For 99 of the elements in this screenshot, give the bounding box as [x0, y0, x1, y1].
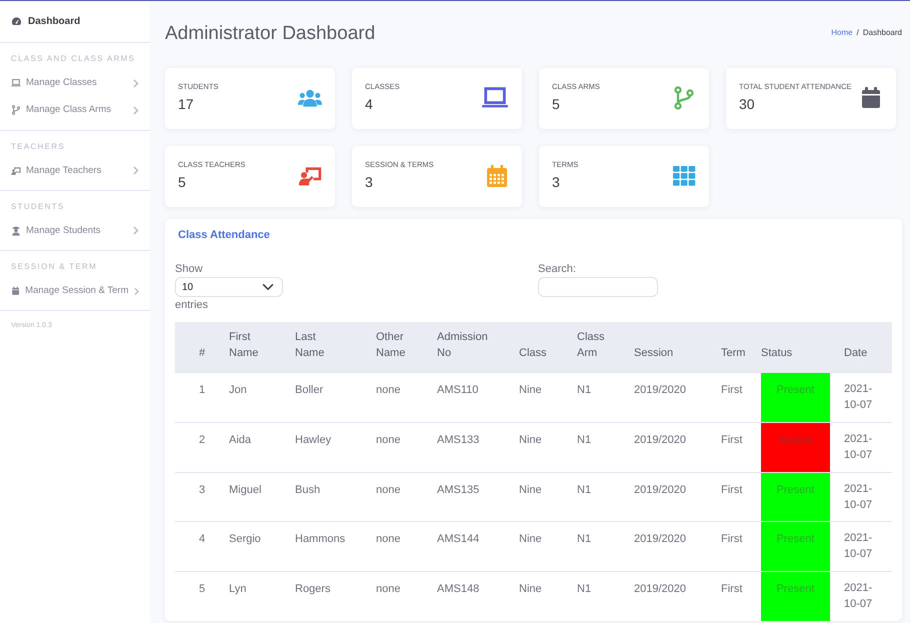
- table-cell-text: AMS148: [437, 582, 480, 598]
- breadcrumb-separator: /: [856, 27, 859, 39]
- table-cell-text: N1: [577, 432, 592, 448]
- table-cell-text: 2019/2020: [634, 582, 686, 598]
- entries-label: entries: [175, 298, 210, 314]
- table-cell-text: 2019/2020: [634, 482, 686, 498]
- table-cell-text: Sergio: [229, 532, 261, 548]
- table-cell-text: 5: [198, 582, 206, 598]
- table-cell-text: First: [721, 582, 742, 598]
- table-cell-text: 2021-10-07: [844, 531, 872, 562]
- column-header[interactable]: Class: [519, 346, 547, 362]
- gauge-icon: [11, 16, 22, 27]
- table-cell-text: none: [376, 482, 400, 498]
- column-header[interactable]: Session: [634, 346, 674, 362]
- status-cell: Present: [761, 572, 830, 622]
- table-cell-text: 2: [198, 432, 206, 448]
- sidebar-heading: SESSION & TERM: [10, 261, 98, 273]
- table-cell-text: AMS110: [437, 382, 478, 398]
- stat-value: 5: [552, 95, 561, 114]
- table-cell-text: First: [721, 532, 742, 548]
- table-cell-text: 3: [198, 482, 206, 498]
- status-cell: Present: [761, 372, 830, 422]
- column-header[interactable]: Date: [844, 346, 868, 362]
- search-label: Search:: [538, 262, 577, 277]
- chevron-icon: [133, 78, 139, 88]
- table-cell-text: none: [376, 532, 400, 548]
- table-cell-text: Nine: [519, 382, 542, 398]
- table-cell-text: 2021-10-07: [844, 581, 872, 612]
- branch-icon: [11, 105, 21, 116]
- student-icon: [11, 226, 21, 236]
- table-cell-text: 4: [198, 532, 206, 548]
- show-label: Show: [175, 262, 204, 277]
- table-cell-text: N1: [577, 482, 592, 498]
- table-cell-text: First: [721, 432, 742, 448]
- table-cell-text: Lyn: [229, 582, 246, 598]
- table-cell-text: Hawley: [295, 432, 332, 448]
- page-title: Administrator Dashboard: [165, 23, 376, 46]
- stat-value: 3: [552, 173, 561, 192]
- table-cell-text: 1: [198, 382, 206, 398]
- teacher-board-icon: [11, 166, 21, 176]
- entries-select[interactable]: 10: [175, 277, 283, 298]
- chevron-icon: [133, 166, 139, 176]
- table-cell-text: First: [721, 382, 742, 398]
- table-cell-text: Boller: [295, 382, 324, 398]
- breadcrumb-link[interactable]: Home: [831, 27, 853, 39]
- table-cell-text: 2019/2020: [634, 432, 686, 448]
- stat-value: 3: [365, 173, 374, 192]
- sidebar-item[interactable]: Manage Class Arms: [0, 98, 150, 126]
- table-cell-text: AMS144: [437, 532, 480, 548]
- table-cell-text: Rogers: [295, 582, 330, 598]
- sidebar-item[interactable]: Dashboard: [0, 1, 150, 43]
- table-cell-text: Jon: [229, 382, 247, 398]
- column-header[interactable]: Term: [721, 346, 746, 362]
- table-cell-text: none: [376, 432, 400, 448]
- table-cell-text: Nine: [519, 482, 542, 498]
- table-cell-text: Aida: [229, 432, 252, 448]
- table-cell-text: Hammons: [295, 532, 346, 548]
- stat-value: 17: [178, 95, 195, 114]
- column-header[interactable]: #: [198, 346, 206, 362]
- table-cell-text: Nine: [519, 532, 542, 548]
- sidebar-item[interactable]: Manage Classes: [0, 71, 150, 98]
- sidebar-item[interactable]: Manage Session & Term: [0, 279, 150, 306]
- chevron-icon: [133, 106, 139, 115]
- search-field[interactable]: [538, 277, 658, 298]
- sidebar-heading: STUDENTS: [10, 200, 66, 213]
- sidebar-item[interactable]: Manage Teachers: [0, 158, 150, 186]
- sidebar-heading: TEACHERS: [10, 140, 66, 152]
- column-header[interactable]: Status: [761, 346, 792, 362]
- sidebar-item[interactable]: Manage Students: [0, 218, 150, 246]
- table-cell-text: AMS133: [437, 432, 480, 448]
- table-cell-text: AMS135: [437, 482, 480, 498]
- calendar-icon: [11, 286, 20, 296]
- table-cell-text: Nine: [519, 432, 542, 448]
- chevron-icon: [133, 226, 139, 236]
- breadcrumb-current: Dashboard: [862, 27, 902, 39]
- table-cell-text: N1: [577, 382, 592, 398]
- status-cell: Absent: [761, 422, 830, 472]
- stat-value: 4: [365, 95, 374, 114]
- table-cell-text: none: [376, 382, 400, 398]
- table-cell-text: 2021-10-07: [844, 482, 872, 513]
- chevron-icon: [134, 286, 139, 296]
- table-cell-text: First: [721, 482, 742, 498]
- table-cell-text: 2019/2020: [634, 382, 686, 398]
- table-cell-text: N1: [577, 582, 592, 598]
- stat-value: 5: [178, 173, 187, 192]
- table-cell-text: Nine: [519, 582, 542, 598]
- status-cell: Present: [761, 472, 830, 522]
- card-title: Class Attendance: [178, 228, 271, 242]
- table-cell-text: 2021-10-07: [844, 432, 872, 463]
- laptop-icon: [11, 78, 21, 88]
- table-cell-text: N1: [577, 532, 592, 548]
- sidebar-heading: CLASS AND CLASS ARMS: [10, 53, 136, 65]
- table-cell-text: none: [376, 582, 400, 598]
- table-cell-text: 2021-10-07: [844, 382, 872, 413]
- table-cell-text: Miguel: [229, 482, 262, 498]
- stat-value: 30: [739, 95, 756, 114]
- table-cell-text: Bush: [295, 482, 320, 498]
- table-cell-text: 2019/2020: [634, 532, 686, 548]
- status-cell: Present: [761, 522, 830, 572]
